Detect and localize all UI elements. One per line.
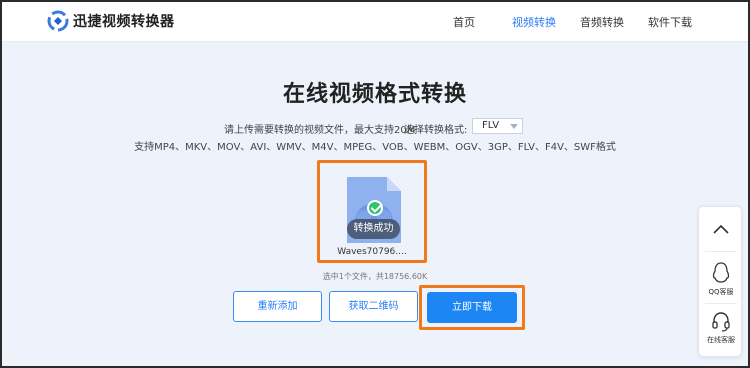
nav-item-home[interactable]: 首页: [453, 14, 475, 30]
online-support-button[interactable]: 在线客服: [699, 311, 743, 345]
qq-support-label: QQ客服: [708, 288, 734, 296]
get-qr-code-button[interactable]: 获取二维码: [329, 291, 418, 322]
format-select-value: FLV: [482, 120, 500, 131]
online-support-label: 在线客服: [707, 336, 735, 344]
upload-hint: 请上传需要转换的视频文件，最大支持20M: [224, 125, 416, 136]
nav-item-audio-convert[interactable]: 音频转换: [580, 14, 624, 30]
file-name: Waves70796....: [337, 247, 407, 257]
selection-summary: 选中1个文件，共18756.60K: [322, 272, 428, 281]
file-card[interactable]: 转换成功 Waves70796....: [317, 160, 427, 263]
success-check-icon: [367, 200, 383, 216]
side-divider: [705, 303, 737, 304]
page-title: 在线视频格式转换: [282, 82, 467, 107]
nav-item-video-convert[interactable]: 视频转换: [512, 14, 556, 30]
format-select[interactable]: FLV: [472, 118, 523, 134]
headset-icon: [712, 312, 730, 332]
side-divider: [705, 251, 737, 252]
format-label: 选择转换格式:: [404, 125, 468, 136]
download-button-highlight: 立即下载: [419, 285, 525, 330]
qq-penguin-icon: [712, 262, 730, 283]
side-float-panel: QQ客服 在线客服: [698, 206, 742, 357]
back-to-top-icon[interactable]: [711, 221, 731, 237]
download-now-button[interactable]: 立即下载: [427, 292, 517, 323]
supported-formats: 支持MP4、MKV、MOV、AVI、WMV、M4V、MPEG、VOB、WEBM、…: [134, 142, 616, 153]
conversion-status-badge: 转换成功: [347, 219, 400, 239]
re-add-button[interactable]: 重新添加: [233, 291, 322, 322]
chevron-down-icon: [510, 124, 518, 129]
qq-support-button[interactable]: QQ客服: [699, 261, 743, 297]
app-logo-icon[interactable]: [47, 10, 69, 32]
nav-item-software-download[interactable]: 软件下载: [648, 14, 692, 30]
top-header: 迅捷视频转换器 首页 视频转换 音频转换 软件下载: [0, 0, 750, 42]
app-name[interactable]: 迅捷视频转换器: [73, 11, 175, 31]
